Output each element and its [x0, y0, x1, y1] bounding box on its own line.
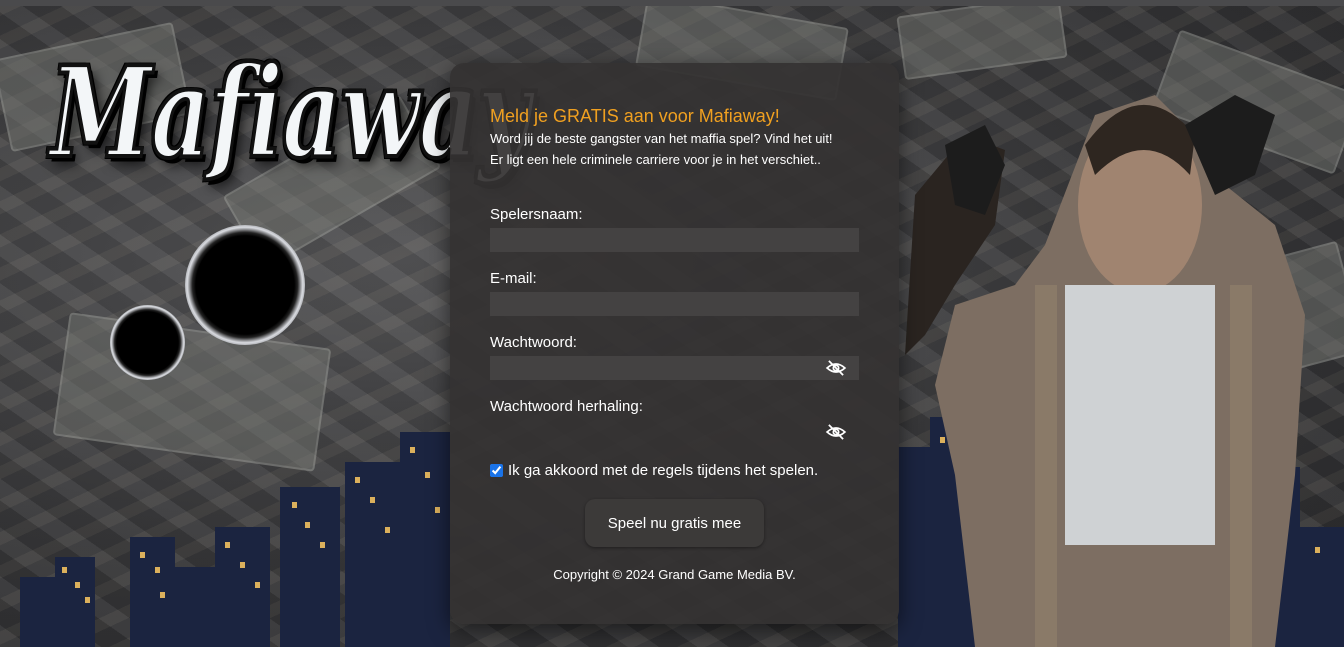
subtitle-line-1: Word jij de beste gangster van het maffi… [490, 131, 833, 146]
signup-subtitle: Word jij de beste gangster van het maffi… [490, 128, 870, 170]
top-bar [0, 0, 1344, 6]
gangster-illustration [905, 95, 1305, 647]
email-label: E-mail: [490, 270, 537, 287]
password-repeat-label: Wachtwoord herhaling: [490, 398, 643, 415]
agree-checkbox[interactable] [490, 464, 503, 477]
email-input[interactable] [490, 292, 859, 316]
agree-rules[interactable]: Ik ga akkoord met de regels tijdens het … [490, 462, 818, 479]
agree-label: Ik ga akkoord met de regels tijdens het … [508, 462, 819, 479]
password-label: Wachtwoord: [490, 334, 577, 351]
username-input[interactable] [490, 228, 859, 252]
bullet-hole [110, 305, 185, 380]
password-input[interactable] [490, 356, 859, 380]
username-label: Spelersnaam: [490, 206, 583, 223]
eye-slash-icon[interactable] [825, 424, 847, 440]
copyright-text: Copyright © 2024 Grand Game Media BV. [553, 567, 796, 582]
subtitle-line-2: Er ligt een hele criminele carriere voor… [490, 152, 821, 167]
password-repeat-input[interactable] [490, 420, 859, 444]
bullet-hole [185, 225, 305, 345]
signup-title: Meld je GRATIS aan voor Mafiaway! [490, 106, 780, 126]
eye-slash-icon[interactable] [825, 360, 847, 376]
play-free-button[interactable]: Speel nu gratis mee [585, 499, 764, 547]
signup-panel: Meld je GRATIS aan voor Mafiaway! Word j… [450, 63, 899, 624]
